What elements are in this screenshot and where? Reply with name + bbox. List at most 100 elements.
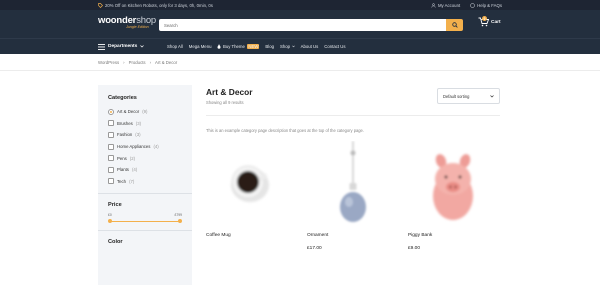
user-icon: [431, 2, 436, 8]
nav-item-contact-us[interactable]: Contact Us: [324, 44, 345, 49]
product-name[interactable]: Ornament: [307, 233, 328, 238]
price-max: £799: [174, 213, 182, 218]
product-image-coffee-mug[interactable]: [206, 141, 296, 229]
category-label: Brushes: [117, 120, 133, 126]
category-count: (4): [153, 144, 159, 150]
category-filter-item[interactable]: Fashion (3): [108, 129, 182, 141]
main-nav: Departments Shop All Mega Menu Buy Theme…: [0, 38, 600, 54]
category-count: (3): [135, 132, 141, 138]
shop-label: Shop: [280, 44, 291, 49]
divider: [206, 115, 500, 116]
site-header: woondershop Jungle Edition Search 0 Cart: [0, 10, 600, 38]
product-card[interactable]: Coffee Mug: [206, 141, 296, 238]
checkbox-icon: [108, 178, 114, 185]
price-title: Price: [108, 202, 122, 209]
category-count: (2): [129, 155, 136, 161]
tag-icon: [98, 2, 103, 8]
product-image-ornament[interactable]: [307, 141, 397, 229]
hamburger-icon: [98, 43, 105, 50]
nav-item-about-us[interactable]: About Us: [301, 44, 319, 49]
breadcrumb-products[interactable]: Products: [129, 60, 146, 65]
my-account-link[interactable]: My Account: [431, 3, 460, 8]
price-slider-min-handle[interactable]: [108, 219, 112, 224]
flame-icon: [217, 44, 221, 49]
category-filter-item[interactable]: Art & Decor (9): [108, 106, 182, 118]
category-filter-item[interactable]: Home Appliances (4): [108, 141, 182, 153]
search-button[interactable]: [446, 19, 463, 31]
product-image-piggy-bank[interactable]: [408, 141, 498, 229]
product-price: £9.00: [408, 246, 421, 251]
search-bar: Search: [159, 19, 463, 31]
sidebar-divider: [98, 230, 192, 232]
category-label: Tech: [117, 178, 127, 184]
help-link[interactable]: Help & FAQs: [470, 3, 502, 8]
sidebar-divider: [98, 193, 192, 195]
departments-label: Departments: [108, 44, 138, 49]
categories-title: Categories: [108, 95, 137, 101]
product-grid: Coffee Mug Ornament £17.00 Piggy Bank £9…: [206, 141, 500, 261]
checkbox-icon: [108, 143, 114, 150]
category-filter-item[interactable]: Tech (7): [108, 176, 182, 188]
price-slider-max-handle[interactable]: [178, 219, 182, 224]
breadcrumb: WordPress › Products › Art & Decor: [0, 54, 600, 71]
category-count: (3): [135, 120, 142, 126]
product-listing: Art & Decor Showing all 9 results Defaul…: [206, 85, 500, 261]
price-slider[interactable]: [108, 218, 182, 224]
filter-sidebar: Categories Art & Decor (9) Brushes (3) Fas…: [98, 85, 192, 285]
price-slider-track: [110, 220, 180, 222]
nav-item-buy-theme[interactable]: Buy Theme NEW: [217, 44, 260, 49]
category-count: (9): [142, 109, 148, 115]
category-filter-item[interactable]: Pens (2): [108, 152, 182, 164]
promo-text: 20% Off on Kitchen Robots, only for 3 da…: [105, 2, 213, 8]
nav-item-shop[interactable]: Shop: [280, 44, 295, 49]
my-account-label: My Account: [437, 2, 461, 8]
cart-count: 0: [482, 16, 487, 21]
checkbox-icon: [108, 131, 114, 138]
checkbox-icon: [108, 166, 114, 173]
cart-button[interactable]: 0 Cart: [478, 16, 501, 27]
category-label: Pens: [117, 155, 127, 161]
breadcrumb-separator-icon: ›: [149, 59, 152, 65]
sort-select[interactable]: Default sorting: [437, 88, 500, 104]
departments-menu[interactable]: Departments: [98, 43, 145, 50]
category-filter-item[interactable]: Brushes (3): [108, 118, 182, 130]
breadcrumb-home[interactable]: WordPress: [98, 60, 119, 65]
category-count: (4): [131, 167, 138, 173]
nav-item-mega-menu[interactable]: Mega Menu: [189, 44, 212, 49]
sort-label: Default sorting: [443, 93, 470, 99]
promo-banner[interactable]: 20% Off on Kitchen Robots, only for 3 da…: [98, 3, 213, 8]
nav-item-shop-all[interactable]: Shop All: [167, 44, 183, 49]
search-input[interactable]: Search: [159, 19, 446, 31]
product-card[interactable]: Piggy Bank £9.00: [408, 141, 498, 251]
chevron-down-icon: [140, 45, 145, 48]
category-label: Plants: [117, 167, 129, 173]
product-price: £17.00: [307, 246, 322, 251]
checkbox-icon: [108, 120, 114, 127]
buy-theme-label: Buy Theme: [222, 44, 245, 49]
chevron-down-icon: [490, 94, 494, 97]
category-label: Art & Decor: [117, 109, 140, 115]
help-icon: [470, 2, 475, 8]
category-filter-item[interactable]: Plants (4): [108, 164, 182, 176]
price-min: £0: [108, 213, 112, 218]
breadcrumb-separator-icon: ›: [123, 59, 125, 65]
search-icon: [451, 22, 458, 28]
category-label: Fashion: [117, 132, 133, 138]
category-label: Home Appliances: [117, 144, 151, 150]
checkbox-icon: [108, 155, 114, 162]
cart-label: Cart: [491, 19, 501, 25]
product-name[interactable]: Coffee Mug: [206, 233, 231, 238]
product-card[interactable]: Ornament £17.00: [307, 141, 397, 251]
category-description: This is an example category page descrip…: [206, 128, 364, 133]
new-badge: NEW: [247, 44, 260, 49]
breadcrumb-current: Art & Decor: [155, 59, 178, 65]
category-count: (7): [129, 178, 135, 184]
radio-selected-icon: [108, 108, 114, 115]
color-title: Color: [108, 239, 123, 246]
product-name[interactable]: Piggy Bank: [408, 233, 432, 238]
top-bar: 20% Off on Kitchen Robots, only for 3 da…: [0, 0, 600, 10]
help-label: Help & FAQs: [477, 2, 502, 8]
chevron-down-icon: [291, 45, 295, 48]
site-logo[interactable]: woondershop Jungle Edition: [98, 16, 156, 31]
nav-item-blog[interactable]: Blog: [265, 44, 274, 49]
